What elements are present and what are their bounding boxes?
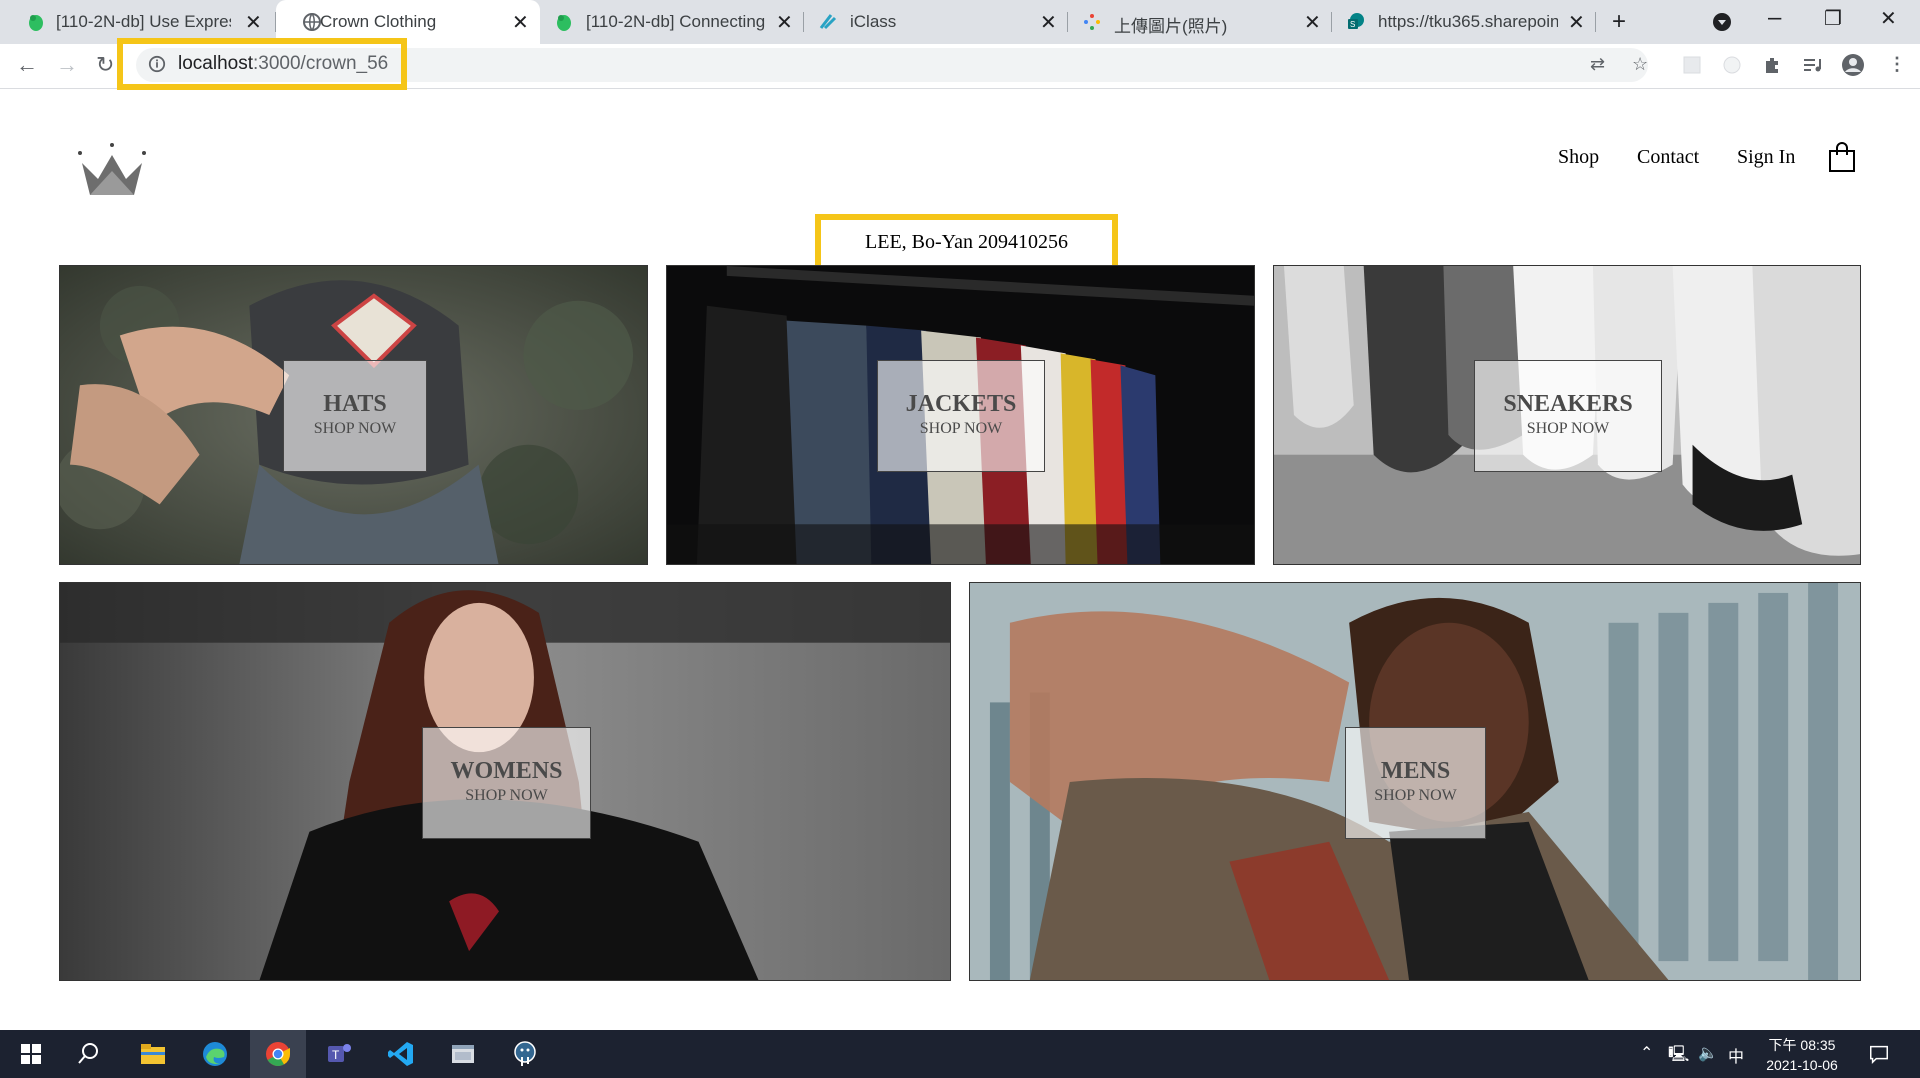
category-tile-womens[interactable]: WOMENS SHOP NOW [59,582,951,981]
tab-title: iClass [850,12,897,31]
svg-text:S: S [1350,20,1355,29]
edge-icon[interactable] [200,1039,230,1069]
close-icon[interactable]: ✕ [1568,10,1585,35]
postgresql-icon[interactable] [510,1039,540,1069]
extension-icon[interactable] [1722,55,1742,75]
new-tab-icon[interactable]: + [1612,8,1626,36]
clock-date: 2021-10-06 [1766,1057,1838,1073]
category-tile-mens[interactable]: MENS SHOP NOW [969,582,1861,981]
close-icon[interactable]: ✕ [1304,10,1321,35]
shop-now-label: SHOP NOW [313,420,397,437]
shop-now-label: SHOP NOW [1374,787,1457,804]
more-menu-icon[interactable]: ⋮ [1888,54,1908,74]
tab-title: 上傳圖片(照片) [1114,17,1228,36]
nav-sign-in-link[interactable]: Sign In [1737,146,1795,169]
nav-shop-link[interactable]: Shop [1558,146,1599,169]
reload-icon[interactable]: ↻ [96,52,114,78]
category-tile-sneakers[interactable]: SNEAKERS SHOP NOW [1273,265,1861,565]
category-title: HATS [323,391,387,417]
globe-icon [303,13,321,31]
tab-separator [1595,12,1596,32]
ime-indicator[interactable]: 中 [1728,1043,1744,1067]
category-label[interactable]: MENS SHOP NOW [1345,727,1486,839]
back-icon[interactable]: ← [16,52,38,78]
category-label[interactable]: JACKETS SHOP NOW [877,360,1045,472]
minimize-icon[interactable]: – [1768,4,1781,32]
notification-icon[interactable] [1868,1043,1890,1065]
window-close-icon[interactable]: ✕ [1880,6,1897,31]
tab-title: [110-2N-db] Use Express [56,12,231,31]
bookmark-star-icon[interactable]: ☆ [1632,54,1652,74]
pinwheel-icon [1084,14,1100,30]
puzzle-icon[interactable] [1762,55,1782,75]
category-title: MENS [1380,758,1451,784]
tab-title: [110-2N-db] Connecting [586,12,766,31]
app-window-icon[interactable] [448,1039,478,1069]
category-title: WOMENS [450,758,563,784]
tab-title: https://tku365.sharepoint [1378,12,1558,31]
clock-time: 下午 08:35 [1768,1037,1836,1053]
system-clock[interactable]: 下午 08:35 2021-10-06 [1754,1035,1850,1075]
tab-upload-photo[interactable]: 上傳圖片(照片) ✕ [1068,0,1332,44]
category-label[interactable]: WOMENS SHOP NOW [422,727,591,839]
close-icon[interactable]: ✕ [245,10,262,35]
category-label[interactable]: SNEAKERS SHOP NOW [1474,360,1662,472]
close-icon[interactable]: ✕ [776,10,793,35]
teams-icon[interactable]: T [324,1039,354,1069]
category-title: SNEAKERS [1503,391,1633,417]
shopping-bag-icon[interactable] [1828,141,1856,173]
evernote-icon [29,15,43,31]
close-icon[interactable]: ✕ [1040,10,1057,35]
profile-icon[interactable] [1842,54,1864,76]
shop-now-label: SHOP NOW [919,420,1003,437]
sharepoint-icon: S [1348,13,1364,29]
maximize-icon[interactable]: ❐ [1824,6,1842,31]
vscode-icon[interactable] [386,1039,416,1069]
volume-icon[interactable]: 🔈 [1698,1043,1718,1063]
tab-iclass[interactable]: iClass ✕ [804,0,1068,44]
network-icon[interactable]: 🖳 [1668,1043,1689,1070]
crown-logo-icon[interactable] [78,141,146,197]
file-explorer-icon[interactable] [138,1039,168,1069]
media-icon[interactable] [1802,55,1822,75]
tab-search-icon[interactable] [1712,12,1732,32]
evernote-icon [557,15,571,31]
search-icon[interactable] [74,1039,104,1069]
student-id-label: LEE, Bo-Yan 209410256 [815,214,1118,271]
svg-text:T: T [332,1048,340,1062]
chrome-icon[interactable] [263,1039,293,1069]
iclass-icon [819,14,837,30]
category-tile-jackets[interactable]: JACKETS SHOP NOW [666,265,1255,565]
url-highlight-box [117,38,407,90]
tab-connecting[interactable]: [110-2N-db] Connecting ✕ [540,0,804,44]
tab-sharepoint[interactable]: S https://tku365.sharepoint ✕ [1332,0,1596,44]
category-tile-hats[interactable]: HATS SHOP NOW [59,265,648,565]
nav-contact-link[interactable]: Contact [1637,146,1699,169]
shop-now-label: SHOP NOW [465,787,548,804]
windows-start-icon[interactable] [16,1039,46,1069]
shop-now-label: SHOP NOW [1526,420,1610,437]
forward-icon[interactable]: → [56,52,78,78]
category-label[interactable]: HATS SHOP NOW [283,360,427,472]
extension-icon[interactable] [1682,55,1702,75]
category-title: JACKETS [905,391,1017,417]
translate-icon[interactable]: ⇄ [1590,54,1610,74]
tab-title: Crown Clothing [320,12,437,31]
chevron-up-icon[interactable]: ⌃ [1640,1043,1653,1063]
close-icon[interactable]: ✕ [512,10,529,35]
